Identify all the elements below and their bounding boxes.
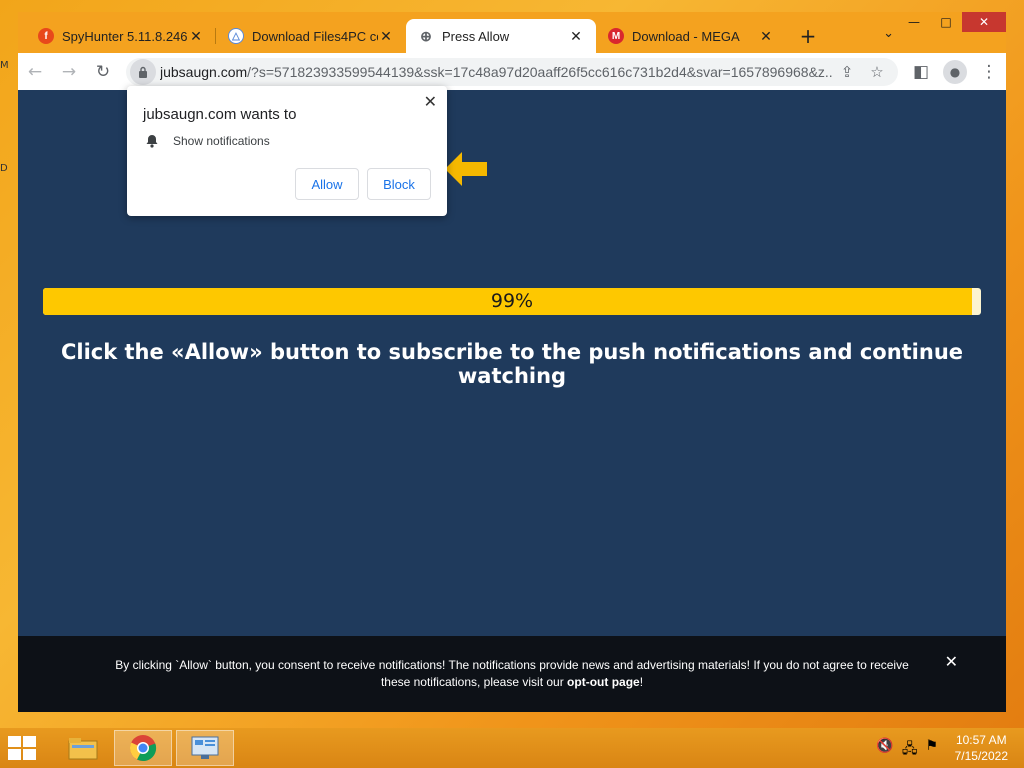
tab-close-icon[interactable]: ✕ (378, 28, 394, 45)
headline-pre: Click the « (60, 340, 185, 364)
action-center-flag-icon[interactable]: ⚑ (925, 738, 938, 762)
minimize-button[interactable]: — (898, 12, 930, 32)
title-bar: f SpyHunter 5.11.8.246 C ✕ △ Download Fi… (18, 12, 1006, 53)
tab-search-chevron-icon[interactable]: ⌄ (883, 26, 894, 41)
back-button[interactable]: ← (18, 57, 52, 87)
tab-close-icon[interactable]: ✕ (758, 28, 774, 45)
close-window-button[interactable]: ✕ (962, 12, 1006, 32)
consent-text-post: ! (639, 675, 644, 689)
arrow-left-icon (445, 152, 487, 186)
tab-mega[interactable]: M Download - MEGA ✕ (596, 19, 786, 53)
desktop-edge-letters: M D (0, 60, 9, 174)
tab-label: Download Files4PC com (252, 28, 378, 44)
headline-allow: Allow (184, 340, 250, 364)
consent-text: By clicking `Allow` button, you consent … (108, 657, 916, 691)
address-bar[interactable]: jubsaugn.com/?s=571823933599544139&ssk=1… (126, 57, 898, 86)
progress-percent: 99% (490, 290, 534, 312)
network-icon[interactable]: 🖧 (902, 738, 918, 762)
spyhunter-favicon-icon: f (38, 28, 54, 44)
maximize-button[interactable]: □ (930, 12, 962, 32)
profile-button[interactable]: ● (938, 57, 972, 87)
permission-row: Show notifications (145, 134, 270, 148)
consent-banner: By clicking `Allow` button, you consent … (18, 636, 1006, 712)
tab-close-icon[interactable]: ✕ (568, 28, 584, 45)
desktop-letter-d: D (0, 163, 8, 174)
url-text[interactable]: jubsaugn.com/?s=571823933599544139&ssk=1… (160, 64, 832, 80)
window-controls: — □ ✕ (898, 12, 1006, 32)
allow-button[interactable]: Allow (295, 168, 359, 200)
forward-button[interactable]: → (52, 57, 86, 87)
desktop-letter-m: M (0, 60, 9, 71)
mega-favicon-icon: M (608, 28, 624, 44)
volume-muted-icon[interactable]: 🔇 (876, 738, 893, 762)
globe-icon: ⊕ (418, 28, 434, 44)
reload-button[interactable]: ↻ (86, 57, 120, 87)
tab-label: Download - MEGA (632, 28, 740, 44)
popup-title: jubsaugn.com wants to (143, 106, 297, 123)
headline: Click the «Allow» button to subscribe to… (18, 340, 1006, 388)
files4pc-favicon-icon: △ (228, 28, 244, 44)
control-panel-icon[interactable] (176, 730, 234, 766)
clock-date: 7/15/2022 (954, 749, 1008, 763)
chrome-icon[interactable] (114, 730, 172, 766)
tab-close-icon[interactable]: ✕ (188, 28, 204, 45)
bookmark-star-icon[interactable]: ☆ (862, 63, 892, 81)
menu-kebab-icon[interactable]: ⋮ (972, 57, 1006, 87)
file-explorer-icon[interactable] (54, 730, 112, 766)
block-button[interactable]: Block (367, 168, 431, 200)
new-tab-button[interactable]: + (794, 19, 822, 53)
bell-icon (146, 135, 158, 148)
url-host: jubsaugn.com (160, 63, 248, 80)
permission-label: Show notifications (173, 134, 270, 148)
progress-bar: 99% (43, 288, 981, 315)
url-path: /?s=571823933599544139&ssk=17c48a97d20aa… (247, 63, 832, 80)
profile-avatar-icon: ● (943, 59, 967, 84)
tab-strip: f SpyHunter 5.11.8.246 C ✕ △ Download Fi… (26, 19, 822, 53)
share-icon[interactable]: ⇪ (832, 63, 862, 81)
tab-spyhunter[interactable]: f SpyHunter 5.11.8.246 C ✕ (26, 19, 216, 53)
popup-close-icon[interactable]: ✕ (424, 92, 437, 112)
tab-label: Press Allow (442, 28, 510, 44)
clock-time: 10:57 AM (955, 733, 1007, 747)
browser-toolbar: ← → ↻ jubsaugn.com/?s=571823933599544139… (18, 53, 1006, 90)
taskbar-clock[interactable]: 10:57 AM 7/15/2022 (955, 732, 1008, 764)
notification-permission-popup: jubsaugn.com wants to ✕ Show notificatio… (127, 86, 447, 216)
headline-post: » button to subscribe to the push notifi… (249, 340, 964, 388)
system-tray: 🔇 🖧 ⚑ (876, 738, 938, 762)
tab-files4pc[interactable]: △ Download Files4PC com ✕ (216, 19, 406, 53)
side-panel-icon[interactable]: ◧ (904, 57, 938, 87)
tab-press-allow[interactable]: ⊕ Press Allow ✕ (406, 19, 596, 53)
banner-close-icon[interactable]: ✕ (945, 652, 958, 671)
lock-icon[interactable] (130, 58, 156, 85)
windows-start-icon[interactable] (8, 736, 38, 760)
opt-out-link[interactable]: opt-out page (567, 675, 640, 689)
consent-text-pre: By clicking `Allow` button, you consent … (115, 658, 909, 689)
taskbar: 🔇 🖧 ⚑ 10:57 AM 7/15/2022 (0, 728, 1024, 768)
tab-label: SpyHunter 5.11.8.246 C (62, 28, 188, 44)
